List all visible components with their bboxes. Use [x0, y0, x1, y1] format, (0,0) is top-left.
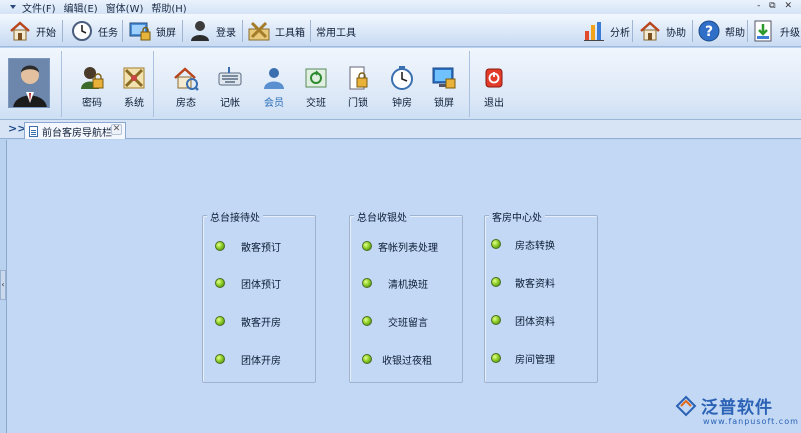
separator [692, 20, 693, 42]
upgrade-button[interactable]: 升级 [752, 17, 800, 45]
separator [242, 20, 243, 42]
lock-screen-ribbon-button[interactable]: 锁屏 [422, 65, 466, 109]
exit-button[interactable]: 退出 [472, 65, 516, 109]
common-tools-button[interactable]: 常用工具 [316, 17, 356, 45]
list-item[interactable]: 房间管理 [491, 351, 555, 366]
list-item[interactable]: 房态转换 [491, 237, 555, 252]
assist-button[interactable]: 协助 [638, 17, 686, 45]
status-led-icon [491, 315, 501, 325]
list-item[interactable]: 散客预订 [215, 239, 281, 254]
toolbox-icon [247, 19, 271, 43]
menu-file[interactable]: 文件(F) [22, 0, 56, 15]
status-led-icon [362, 354, 372, 364]
watermark: 泛普软件 www.fanpusoft.com [675, 393, 799, 429]
door-lock-icon [345, 65, 371, 91]
login-button[interactable]: 登录 [188, 17, 236, 45]
document-icon [29, 125, 38, 137]
room-status-icon [173, 65, 199, 91]
member-button[interactable]: 会员 [252, 65, 296, 109]
exit-group: 退出 [470, 51, 526, 117]
list-item[interactable]: 客帐列表处理 [362, 239, 438, 254]
settings-group: 密码 系统 [62, 51, 154, 117]
download-icon [752, 19, 776, 43]
brand-name: 泛普软件 [701, 398, 773, 418]
system-menu-icon[interactable] [10, 5, 16, 9]
housekeeping-panel: 客房中心处 房态转换 散客资料 团体资料 房间管理 [484, 209, 598, 383]
lock-screen-button[interactable]: 锁屏 [128, 17, 176, 45]
window-controls[interactable]: - ⧉ ✕ [757, 1, 795, 11]
list-item[interactable]: 散客资料 [491, 275, 555, 290]
status-led-icon [215, 241, 225, 251]
member-icon [261, 65, 287, 91]
status-led-icon [491, 277, 501, 287]
clock-room-icon [389, 65, 415, 91]
toolbox-button[interactable]: 工具箱 [247, 17, 305, 45]
status-led-icon [215, 316, 225, 326]
start-button[interactable]: 开始 [8, 17, 56, 45]
list-item[interactable]: 交班留言 [362, 314, 428, 329]
separator [632, 20, 633, 42]
status-led-icon [491, 239, 501, 249]
power-exit-icon [481, 65, 507, 91]
shift-handover-button[interactable]: 交班 [294, 65, 338, 109]
separator [62, 20, 63, 42]
list-item[interactable]: 收银过夜租 [362, 352, 432, 367]
status-led-icon [215, 278, 225, 288]
status-led-icon [491, 353, 501, 363]
system-button[interactable]: 系统 [112, 65, 156, 109]
side-collapse-handle[interactable]: ‹ [0, 270, 6, 300]
main-content: 总台接待处 散客预订 团体预订 散客开房 团体开房 总台收银处 客帐列表处理 清… [6, 140, 801, 433]
password-button[interactable]: 密码 [70, 65, 114, 109]
list-item[interactable]: 团体资料 [491, 313, 555, 328]
bar-chart-icon [582, 19, 606, 43]
room-status-button[interactable]: 房态 [164, 65, 208, 109]
system-tools-icon [121, 65, 147, 91]
password-icon [79, 65, 105, 91]
list-item[interactable]: 团体预订 [215, 276, 281, 291]
status-led-icon [362, 316, 372, 326]
separator [310, 20, 311, 42]
menu-edit[interactable]: 编辑(E) [64, 0, 98, 15]
status-led-icon [362, 278, 372, 288]
user-group [0, 51, 62, 117]
separator [182, 20, 183, 42]
status-led-icon [215, 354, 225, 364]
task-button[interactable]: 任务 [70, 17, 118, 45]
home-icon [638, 19, 662, 43]
menu-bar: 文件(F) 编辑(E) 窗体(W) 帮助(H) - ⧉ ✕ [0, 0, 801, 15]
tab-front-desk-nav[interactable]: 前台客房导航栏 ✕ [24, 122, 126, 139]
separator [122, 20, 123, 42]
quick-toolbar: 开始 任务 锁屏 登录 工具箱 常用工具 分析 协助 ? 帮助 升级 [0, 14, 801, 47]
list-item[interactable]: 清机换班 [362, 276, 428, 291]
clock-icon [70, 19, 94, 43]
cashier-panel: 总台收银处 客帐列表处理 清机换班 交班留言 收银过夜租 [349, 209, 463, 383]
list-item[interactable]: 团体开房 [215, 352, 281, 367]
lock-screen-icon [128, 19, 152, 43]
lock-screen-icon [431, 65, 457, 91]
keyboard-icon [217, 65, 243, 91]
ribbon: 密码 系统 房态 记帐 会员 交班 门锁 钟房 锁屏 退出 [0, 48, 801, 120]
close-icon[interactable]: ✕ [111, 124, 122, 135]
avatar[interactable] [8, 58, 50, 108]
status-led-icon [362, 241, 372, 251]
reception-panel: 总台接待处 散客预订 团体预订 散客开房 团体开房 [202, 209, 316, 383]
tab-bar: >> 前台客房导航栏 ✕ [0, 120, 801, 139]
menu-help[interactable]: 帮助(H) [151, 0, 186, 15]
clock-room-button[interactable]: 钟房 [380, 65, 424, 109]
bookkeeping-button[interactable]: 记帐 [208, 65, 252, 109]
brand-logo-icon [675, 395, 697, 417]
help-button[interactable]: ? 帮助 [697, 17, 745, 45]
shift-handover-icon [303, 65, 329, 91]
separator [747, 20, 748, 42]
user-login-icon [188, 19, 212, 43]
svg-text:?: ? [705, 24, 713, 40]
home-icon [8, 19, 32, 43]
door-lock-button[interactable]: 门锁 [336, 65, 380, 109]
operations-group: 房态 记帐 会员 交班 门锁 钟房 锁屏 [154, 51, 470, 117]
brand-url: www.fanpusoft.com [703, 417, 799, 426]
help-icon: ? [697, 19, 721, 43]
list-item[interactable]: 散客开房 [215, 314, 281, 329]
menu-window[interactable]: 窗体(W) [106, 0, 144, 15]
analysis-button[interactable]: 分析 [582, 17, 630, 45]
